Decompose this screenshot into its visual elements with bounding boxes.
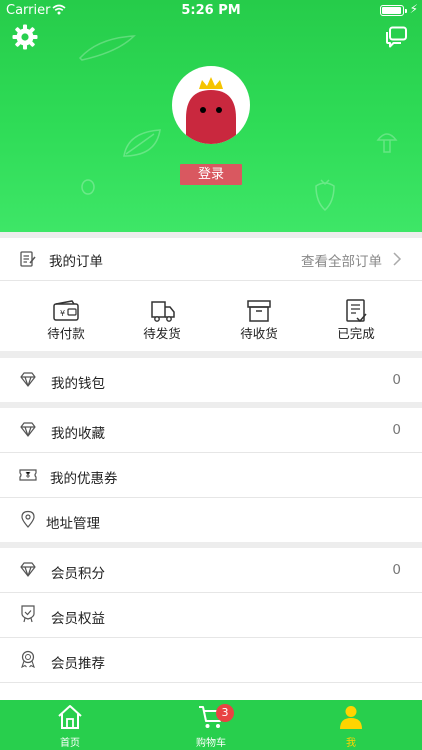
tab-bar: 首页 3 购物车 我 bbox=[0, 700, 422, 750]
avatar[interactable] bbox=[172, 66, 250, 144]
location-pin-icon bbox=[21, 510, 35, 528]
diamond-icon bbox=[20, 422, 36, 437]
charging-icon: ⚡ bbox=[409, 2, 418, 16]
member-recommend-row[interactable]: 会员推荐 bbox=[0, 638, 422, 682]
my-orders-label: 我的订单 bbox=[49, 254, 103, 270]
settings-gear-icon[interactable] bbox=[12, 24, 38, 50]
points-value: 0 bbox=[392, 562, 401, 578]
status-bar: Carrier 5:26 PM ⚡ bbox=[0, 0, 422, 22]
award-icon bbox=[21, 650, 35, 668]
medal-icon bbox=[21, 605, 35, 623]
mushroom-doodle-icon bbox=[376, 133, 398, 153]
partial-row bbox=[0, 683, 422, 700]
tab-home-label: 首页 bbox=[60, 738, 80, 749]
pending-receipt-label: 待收货 bbox=[240, 326, 278, 341]
member-rights-row[interactable]: 会员权益 bbox=[0, 593, 422, 637]
member-recommend-label: 会员推荐 bbox=[51, 656, 105, 672]
view-all-orders-link[interactable]: 查看全部订单 bbox=[301, 250, 382, 270]
ticket-icon bbox=[19, 469, 37, 481]
order-status-bar: ¥ 待付款 待发货 待收货 已完成 bbox=[0, 281, 422, 351]
pending-receipt-button[interactable]: 待收货 bbox=[229, 299, 289, 342]
tab-cart-label: 购物车 bbox=[196, 738, 226, 749]
pending-payment-button[interactable]: ¥ 待付款 bbox=[36, 299, 96, 342]
wallet-icon: ¥ bbox=[53, 300, 79, 321]
pending-shipment-label: 待发货 bbox=[143, 326, 181, 341]
home-icon bbox=[58, 705, 82, 729]
message-icon[interactable] bbox=[384, 26, 408, 48]
order-edit-icon bbox=[20, 251, 36, 267]
battery-icon bbox=[380, 5, 407, 16]
diamond-icon bbox=[20, 562, 36, 577]
my-favorites-label: 我的收藏 bbox=[51, 426, 105, 442]
wallet-value: 0 bbox=[392, 372, 401, 388]
fruit-doodle-icon bbox=[81, 179, 95, 195]
member-points-label: 会员积分 bbox=[51, 566, 105, 582]
completed-button[interactable]: 已完成 bbox=[326, 299, 386, 342]
vegetable-doodle-icon bbox=[78, 35, 136, 61]
member-rights-label: 会员权益 bbox=[51, 611, 105, 627]
pending-payment-label: 待付款 bbox=[47, 326, 85, 341]
tab-me[interactable]: 我 bbox=[316, 704, 386, 749]
address-management-row[interactable]: 地址管理 bbox=[0, 498, 422, 542]
profile-header: Carrier 5:26 PM ⚡ 登录 bbox=[0, 0, 422, 232]
done-list-icon bbox=[346, 299, 367, 323]
address-management-label: 地址管理 bbox=[46, 516, 100, 532]
user-icon bbox=[340, 706, 362, 729]
chevron-right-icon bbox=[393, 252, 402, 266]
completed-label: 已完成 bbox=[337, 326, 375, 341]
pending-shipment-button[interactable]: 待发货 bbox=[132, 299, 192, 342]
svg-text:¥: ¥ bbox=[60, 309, 65, 318]
cart-badge: 3 bbox=[216, 704, 234, 722]
strawberry-doodle-icon bbox=[315, 179, 335, 212]
login-button[interactable]: 登录 bbox=[180, 164, 242, 185]
mascot-avatar-icon bbox=[186, 77, 236, 144]
member-points-row[interactable]: 会员积分 0 bbox=[0, 548, 422, 592]
my-favorites-row[interactable]: 我的收藏 0 bbox=[0, 408, 422, 452]
diamond-icon bbox=[20, 372, 36, 387]
box-icon bbox=[247, 300, 271, 322]
my-wallet-row[interactable]: 我的钱包 0 bbox=[0, 358, 422, 402]
leaf-doodle-icon bbox=[123, 129, 161, 157]
clock: 5:26 PM bbox=[181, 3, 241, 18]
truck-icon bbox=[151, 301, 175, 322]
favorites-value: 0 bbox=[392, 422, 401, 438]
my-wallet-label: 我的钱包 bbox=[51, 376, 105, 392]
my-coupons-row[interactable]: 我的优惠券 bbox=[0, 453, 422, 497]
tab-home[interactable]: 首页 bbox=[35, 704, 105, 749]
my-orders-row[interactable]: 我的订单 查看全部订单 bbox=[0, 238, 422, 280]
tab-cart[interactable]: 3 购物车 bbox=[176, 704, 246, 749]
my-coupons-label: 我的优惠券 bbox=[50, 471, 118, 487]
tab-me-label: 我 bbox=[346, 738, 356, 749]
